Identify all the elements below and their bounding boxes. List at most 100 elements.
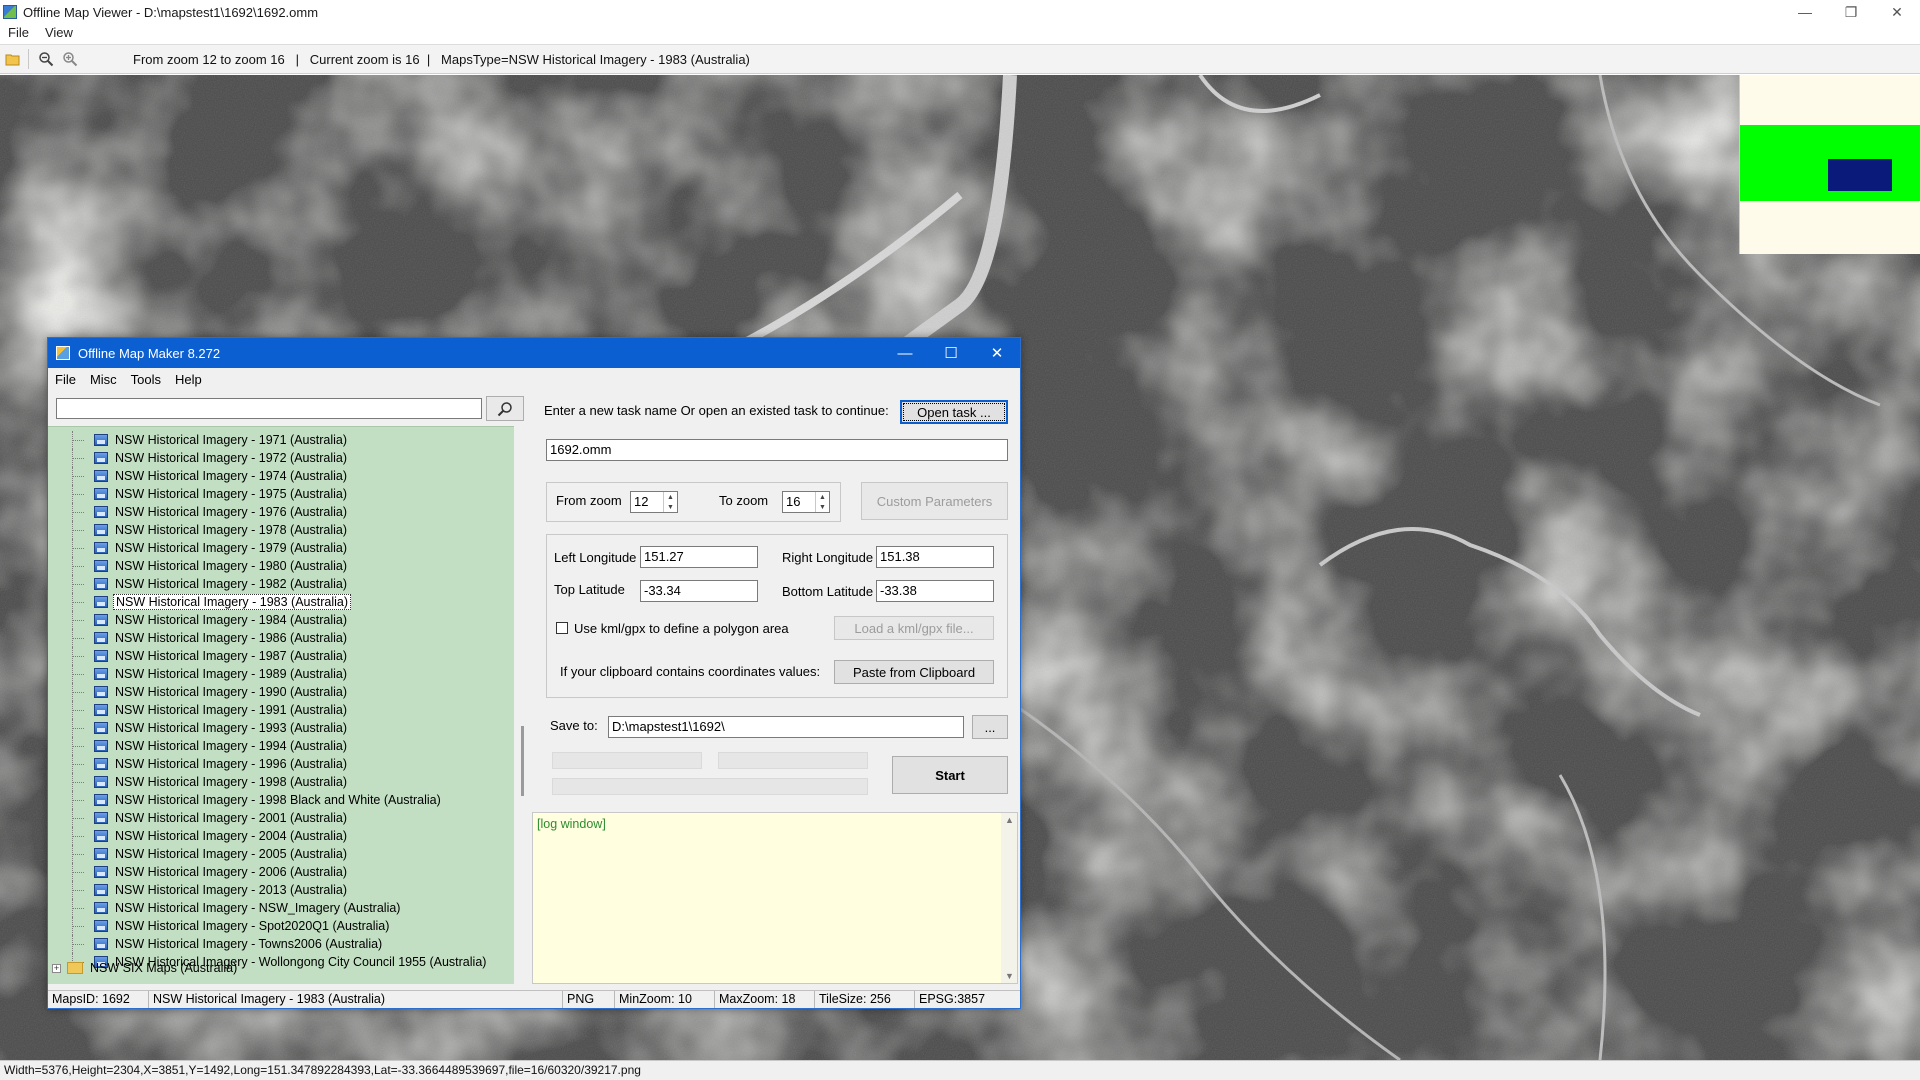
tree-item[interactable]: NSW Historical Imagery - 1994 (Australia… xyxy=(72,737,349,755)
log-window[interactable]: [log window] ▲ ▼ xyxy=(532,812,1018,984)
menu-file[interactable]: File xyxy=(0,25,37,40)
dialog-maximize-button[interactable]: ☐ xyxy=(928,338,974,368)
dialog-menu-misc[interactable]: Misc xyxy=(83,372,124,387)
dialog-titlebar: Offline Map Maker 8.272 — ☐ ✕ xyxy=(48,338,1020,368)
tree-item-label: NSW Historical Imagery - 1978 (Australia… xyxy=(115,523,348,537)
menu-view[interactable]: View xyxy=(37,25,81,40)
open-folder-icon[interactable] xyxy=(2,48,24,70)
start-button[interactable]: Start xyxy=(892,756,1008,794)
top-latitude-input[interactable]: -33.34 xyxy=(640,580,758,602)
chevron-down-icon[interactable]: ▼ xyxy=(816,502,829,512)
browse-folder-button[interactable]: ... xyxy=(972,715,1008,739)
dialog-menu-tools[interactable]: Tools xyxy=(124,372,168,387)
tree-item-label: NSW Historical Imagery - 1994 (Australia… xyxy=(115,739,348,753)
tree-item-label: NSW Historical Imagery - 1998 (Australia… xyxy=(115,775,348,789)
scroll-up-icon[interactable]: ▲ xyxy=(1005,815,1014,825)
overview-viewport-rect[interactable] xyxy=(1828,159,1892,191)
tree-scrollbar-thumb[interactable] xyxy=(521,726,524,796)
tree-item[interactable]: NSW Historical Imagery - 1971 (Australia… xyxy=(72,431,349,449)
right-longitude-input[interactable]: 151.38 xyxy=(876,546,994,568)
chevron-up-icon[interactable]: ▲ xyxy=(664,492,677,502)
bottom-latitude-input[interactable]: -33.38 xyxy=(876,580,994,602)
close-button[interactable]: ✕ xyxy=(1874,0,1920,24)
tree-item[interactable]: NSW Historical Imagery - 1976 (Australia… xyxy=(72,503,349,521)
tree-folder-nsw-six-maps[interactable]: + NSW SIX Maps (Australia) xyxy=(52,959,239,977)
tree-item[interactable]: NSW Historical Imagery - NSW_Imagery (Au… xyxy=(72,899,402,917)
left-longitude-input[interactable]: 151.27 xyxy=(640,546,758,568)
task-name-input[interactable]: 1692.omm xyxy=(546,439,1008,461)
tree-item[interactable]: NSW Historical Imagery - 1984 (Australia… xyxy=(72,611,349,629)
tree-item[interactable]: NSW Historical Imagery - 2004 (Australia… xyxy=(72,827,349,845)
tree-item[interactable]: NSW Historical Imagery - 1990 (Australia… xyxy=(72,683,349,701)
status-format: PNG xyxy=(563,991,615,1008)
tree-line xyxy=(72,566,84,567)
tree-line xyxy=(72,854,84,855)
dialog-app-icon xyxy=(56,346,70,360)
kml-checkbox[interactable] xyxy=(556,622,568,634)
tree-item[interactable]: NSW Historical Imagery - Towns2006 (Aust… xyxy=(72,935,384,953)
tree-item[interactable]: NSW Historical Imagery - 1975 (Australia… xyxy=(72,485,349,503)
tree-item-label: NSW Historical Imagery - 1987 (Australia… xyxy=(115,649,348,663)
tree-item[interactable]: NSW Historical Imagery - 1980 (Australia… xyxy=(72,557,349,575)
save-to-input[interactable]: D:\mapstest1\1692\ xyxy=(608,716,964,738)
map-layer-icon xyxy=(94,722,108,734)
tree-item[interactable]: NSW Historical Imagery - Spot2020Q1 (Aus… xyxy=(72,917,391,935)
chevron-down-icon[interactable]: ▼ xyxy=(664,502,677,512)
load-kml-button[interactable]: Load a kml/gpx file... xyxy=(834,616,994,640)
restore-button[interactable]: ❐ xyxy=(1828,0,1874,24)
tree-item[interactable]: NSW Historical Imagery - 1983 (Australia… xyxy=(72,593,352,611)
to-zoom-stepper[interactable]: 16 ▲ ▼ xyxy=(782,491,830,513)
tree-item-label: NSW Historical Imagery - 1996 (Australia… xyxy=(115,757,348,771)
paste-from-clipboard-button[interactable]: Paste from Clipboard xyxy=(834,660,994,684)
search-button[interactable] xyxy=(486,396,524,421)
custom-parameters-button[interactable]: Custom Parameters xyxy=(861,482,1008,520)
log-scrollbar[interactable]: ▲ ▼ xyxy=(1001,813,1017,983)
tree-line xyxy=(72,530,84,531)
tree-scrollbar[interactable] xyxy=(514,426,532,984)
tree-item[interactable]: NSW Historical Imagery - 2001 (Australia… xyxy=(72,809,349,827)
expand-icon[interactable]: + xyxy=(52,963,61,973)
map-layer-icon xyxy=(94,614,108,626)
tree-line xyxy=(72,836,84,837)
app-icon xyxy=(3,5,17,19)
dialog-close-button[interactable]: ✕ xyxy=(974,338,1020,368)
scroll-down-icon[interactable]: ▼ xyxy=(1005,971,1014,981)
search-icon xyxy=(497,401,512,416)
tree-item-label: NSW Historical Imagery - Towns2006 (Aust… xyxy=(115,937,383,951)
dialog-minimize-button[interactable]: — xyxy=(882,338,928,368)
progress-bar-total xyxy=(552,778,868,795)
maps-search-input[interactable] xyxy=(56,398,482,419)
kml-checkbox-label[interactable]: Use kml/gpx to define a polygon area xyxy=(574,621,789,636)
tree-item-label: NSW Historical Imagery - 2004 (Australia… xyxy=(115,829,348,843)
minimize-button[interactable]: — xyxy=(1782,0,1828,24)
tree-item[interactable]: NSW Historical Imagery - 1989 (Australia… xyxy=(72,665,349,683)
tree-item[interactable]: NSW Historical Imagery - 1974 (Australia… xyxy=(72,467,349,485)
tree-item[interactable]: NSW Historical Imagery - 2013 (Australia… xyxy=(72,881,349,899)
tree-item[interactable]: NSW Historical Imagery - 1987 (Australia… xyxy=(72,647,349,665)
dialog-menu-file[interactable]: File xyxy=(48,372,83,387)
tree-item[interactable]: NSW Historical Imagery - 2006 (Australia… xyxy=(72,863,349,881)
open-task-button[interactable]: Open task ... xyxy=(900,400,1008,424)
dialog-menu-help[interactable]: Help xyxy=(168,372,209,387)
zoom-in-icon[interactable] xyxy=(59,48,81,70)
tree-item[interactable]: NSW Historical Imagery - 1978 (Australia… xyxy=(72,521,349,539)
maps-tree[interactable]: NSW Historical Imagery - 1971 (Australia… xyxy=(48,426,514,984)
bottom-latitude-label: Bottom Latitude xyxy=(782,584,874,599)
tree-item[interactable]: NSW Historical Imagery - 1972 (Australia… xyxy=(72,449,349,467)
tree-item[interactable]: NSW Historical Imagery - 1993 (Australia… xyxy=(72,719,349,737)
tree-line xyxy=(72,818,84,819)
tree-item[interactable]: NSW Historical Imagery - 1996 (Australia… xyxy=(72,755,349,773)
from-zoom-stepper[interactable]: 12 ▲ ▼ xyxy=(630,491,678,513)
tree-item[interactable]: NSW Historical Imagery - 1998 (Australia… xyxy=(72,773,349,791)
tree-item[interactable]: NSW Historical Imagery - 1986 (Australia… xyxy=(72,629,349,647)
tree-item[interactable]: NSW Historical Imagery - 1991 (Australia… xyxy=(72,701,349,719)
tree-item-label: NSW Historical Imagery - 1972 (Australia… xyxy=(115,451,348,465)
zoom-out-icon[interactable] xyxy=(35,48,57,70)
overview-minimap[interactable] xyxy=(1739,75,1920,254)
tree-item[interactable]: NSW Historical Imagery - 1982 (Australia… xyxy=(72,575,349,593)
tree-item[interactable]: NSW Historical Imagery - 1979 (Australia… xyxy=(72,539,349,557)
tree-item[interactable]: NSW Historical Imagery - 1998 Black and … xyxy=(72,791,443,809)
tree-item[interactable]: NSW Historical Imagery - 2005 (Australia… xyxy=(72,845,349,863)
chevron-up-icon[interactable]: ▲ xyxy=(816,492,829,502)
status-min-zoom: MinZoom: 10 xyxy=(615,991,715,1008)
